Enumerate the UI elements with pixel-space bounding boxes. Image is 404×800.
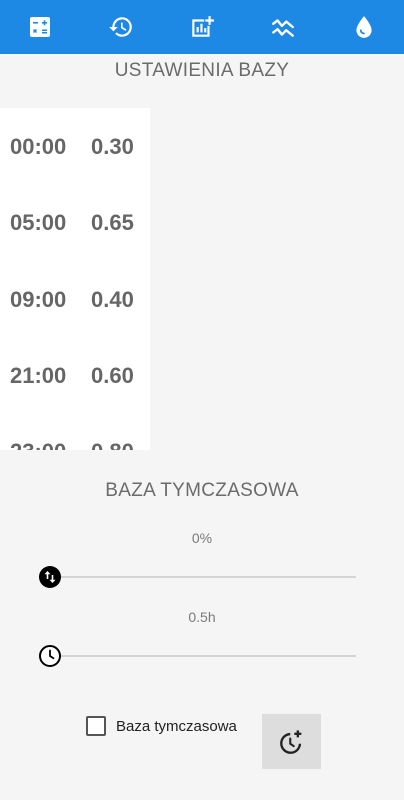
temp-basal-checkbox[interactable] [86, 716, 106, 736]
list-item[interactable]: 21:00 0.60 [0, 361, 150, 391]
swap-vertical-icon[interactable] [38, 565, 62, 589]
list-item[interactable]: 05:00 0.65 [0, 208, 150, 238]
temp-basal-title: BAZA TYMCZASOWA [105, 480, 299, 501]
base-rate-list[interactable]: 00:00 0.30 05:00 0.65 09:00 0.40 21:00 0… [0, 108, 150, 450]
list-item[interactable]: 00:00 0.30 [0, 132, 150, 162]
add-chart-button[interactable] [182, 7, 222, 47]
base-time: 09:00 [10, 287, 67, 312]
clock-icon[interactable] [38, 644, 62, 668]
percent-slider[interactable] [38, 565, 356, 589]
drop-icon [355, 16, 372, 38]
graph-wave-icon [271, 19, 294, 37]
percent-value-label: 0% [191, 530, 213, 546]
duration-value-label: 0.5h [188, 609, 216, 625]
base-time: 23:00 [10, 439, 66, 450]
slider-track [48, 655, 356, 657]
duration-slider[interactable] [38, 644, 356, 668]
base-value: 0.30 [91, 134, 134, 159]
add-clock-icon [279, 729, 301, 754]
base-value: 0.65 [91, 210, 134, 235]
calculator-icon [30, 17, 51, 37]
graph-wave-button[interactable] [263, 7, 303, 47]
slider-track [48, 576, 356, 578]
temp-basal-checkbox-row[interactable]: Baza tymczasowa [86, 713, 237, 739]
calculator-button[interactable] [20, 7, 60, 47]
base-value: 0.60 [91, 363, 134, 388]
base-time: 00:00 [10, 134, 67, 159]
add-timer-button[interactable] [262, 714, 321, 769]
list-item[interactable]: 09:00 0.40 [0, 285, 150, 315]
add-chart-icon [192, 16, 214, 37]
drop-button[interactable] [344, 7, 384, 47]
temp-basal-checkbox-label: Baza tymczasowa [116, 717, 237, 735]
list-item[interactable]: 23:00 0.80 [0, 437, 150, 450]
base-time: 05:00 [10, 210, 67, 235]
base-settings-title: USTAWIENIA BAZY [114, 60, 290, 81]
history-icon [109, 17, 133, 37]
history-button[interactable] [101, 7, 141, 47]
base-time: 21:00 [10, 363, 67, 388]
base-value: 0.40 [91, 287, 134, 312]
base-value: 0.80 [91, 439, 134, 450]
top-toolbar [0, 0, 404, 54]
